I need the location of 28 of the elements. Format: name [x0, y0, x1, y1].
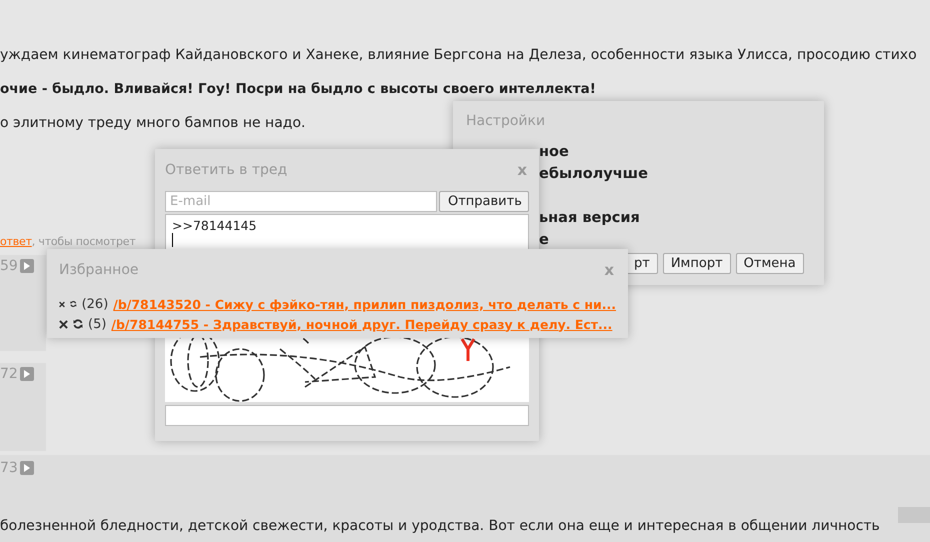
dialog-title: Настройки: [466, 113, 546, 129]
reply-count: (5): [88, 316, 106, 332]
settings-option[interactable]: ное: [539, 141, 810, 163]
captcha-field[interactable]: [165, 405, 529, 426]
settings-option[interactable]: ебылолучше: [539, 163, 810, 185]
refresh-icon[interactable]: [73, 319, 83, 329]
hint-text: , чтобы посмотрет: [32, 235, 136, 248]
refresh-icon[interactable]: [70, 299, 77, 309]
post-text: уждаем кинематограф Кайдановского и Ханеке, влияние Бергсона на Делеза, особенности языка Улисса, просодию стихо: [0, 46, 917, 65]
dialog-title: Избранное: [59, 262, 139, 278]
dialog-button[interactable]: Импорт: [662, 253, 731, 274]
email-field[interactable]: E-mail: [165, 191, 437, 212]
play-icon[interactable]: [20, 367, 34, 381]
play-icon[interactable]: [20, 461, 34, 475]
settings-option[interactable]: ьная версия: [539, 207, 810, 229]
remove-icon[interactable]: [59, 320, 68, 328]
post-text: очие - быдло. Вливайся! Гоу! Посри на быдло с высоты своего интеллекта!: [0, 80, 596, 99]
send-button[interactable]: Отправить: [439, 191, 529, 212]
play-icon[interactable]: [20, 259, 34, 273]
post-number: 72: [0, 366, 14, 382]
dialog-title: Ответить в тред: [165, 162, 288, 178]
remove-icon[interactable]: [59, 300, 65, 308]
dialog-button[interactable]: Отмена: [736, 253, 804, 274]
post-text: болезненной бледности, детской свежести, красоты и уродства. Вот если она еще и интересная в общении личность: [0, 517, 881, 536]
dialog-button[interactable]: рт: [626, 253, 658, 274]
settings-option[interactable]: е: [539, 229, 810, 251]
reply-count: (26): [82, 296, 108, 312]
post-text: о элитному треду много бампов не надо.: [0, 114, 306, 133]
